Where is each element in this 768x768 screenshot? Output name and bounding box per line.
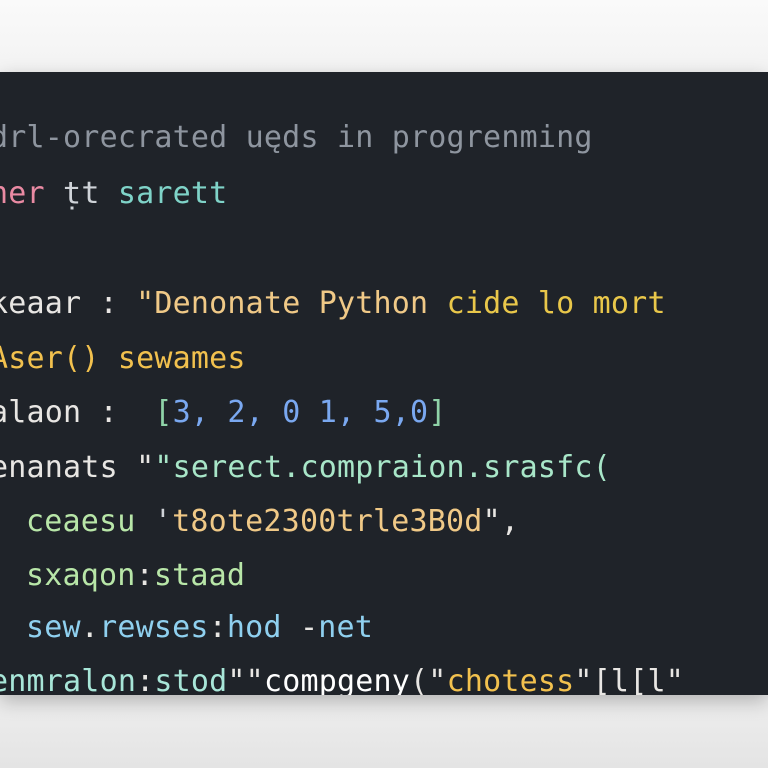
code-line[interactable]: drl-orecrated uęds in progrenming bbox=[0, 118, 593, 158]
code-token: ' bbox=[135, 504, 173, 539]
code-token: hod bbox=[226, 610, 282, 645]
code-token: "Denonate Python bbox=[136, 286, 447, 321]
code-token: "" bbox=[227, 664, 264, 695]
code-token: ceaesu bbox=[26, 504, 136, 539]
code-token: Aser() bbox=[0, 341, 100, 376]
code-token: enanats bbox=[0, 450, 118, 485]
code-line[interactable]: ceaesu 't8ote2300trle3B0d", bbox=[26, 502, 519, 542]
code-token: drl-orecrated uęds in progrenming bbox=[0, 120, 593, 155]
code-token: alaon bbox=[0, 395, 82, 430]
code-token: t8ote2300tr bbox=[172, 504, 373, 539]
code-token: "[l[l" bbox=[574, 664, 684, 695]
code-token: : bbox=[81, 395, 155, 430]
code-token: - bbox=[281, 610, 319, 645]
code-token: ṭt bbox=[44, 176, 118, 211]
code-token: sarett bbox=[117, 176, 228, 211]
code-token: sewames bbox=[99, 341, 246, 376]
code-token: : bbox=[135, 558, 154, 593]
code-token: stod bbox=[154, 664, 228, 695]
code-token: . bbox=[80, 610, 100, 645]
code-token: sew bbox=[26, 610, 81, 645]
code-token: "serect.compraion.srasfc( bbox=[154, 450, 611, 485]
code-token: 3, 2, 0 1, 5,0 bbox=[172, 395, 429, 430]
code-token: enmralon bbox=[0, 664, 137, 695]
code-token: ", bbox=[482, 504, 520, 539]
code-token: : bbox=[208, 610, 227, 645]
code-token: " bbox=[117, 450, 155, 485]
code-token: : bbox=[81, 286, 137, 321]
code-token: [ bbox=[154, 395, 173, 430]
code-line[interactable]: enmralon:stod""compgeny("chotess"[l[l" bbox=[0, 662, 684, 695]
code-line[interactable]: her ṭt sarett bbox=[0, 174, 227, 214]
code-token: her bbox=[0, 176, 45, 211]
code-token: cide lo mort bbox=[446, 286, 666, 321]
code-line[interactable]: sxaqon:staad bbox=[26, 556, 245, 596]
code-line[interactable]: Aser() sewames bbox=[0, 339, 246, 379]
code-area[interactable]: drl-orecrated uęds in progrenming her ṭt… bbox=[0, 72, 768, 695]
code-token: net bbox=[318, 610, 374, 645]
code-token: staad bbox=[153, 558, 246, 593]
screenshot-frame: drl-orecrated uęds in progrenming her ṭt… bbox=[0, 0, 768, 768]
code-token: le3B0d bbox=[373, 504, 483, 539]
code-line[interactable]: sew.rewses:hod -net bbox=[26, 608, 373, 648]
code-token: compgeny bbox=[263, 664, 411, 695]
code-token: : bbox=[136, 664, 155, 695]
code-token: keaar bbox=[0, 286, 82, 321]
code-editor[interactable]: drl-orecrated uęds in progrenming her ṭt… bbox=[0, 72, 768, 695]
code-line[interactable]: enanats ""serect.compraion.srasfc( bbox=[0, 448, 611, 488]
code-token: (" bbox=[410, 664, 447, 695]
code-line[interactable]: keaar : "Denonate Python cide lo mort bbox=[0, 284, 666, 324]
code-token: rewses bbox=[99, 610, 209, 645]
code-line[interactable]: alaon : [3, 2, 0 1, 5,0] bbox=[0, 393, 447, 433]
code-token: ] bbox=[428, 395, 447, 430]
code-token: chotess bbox=[446, 664, 575, 695]
code-token: sxaqon bbox=[26, 558, 136, 593]
